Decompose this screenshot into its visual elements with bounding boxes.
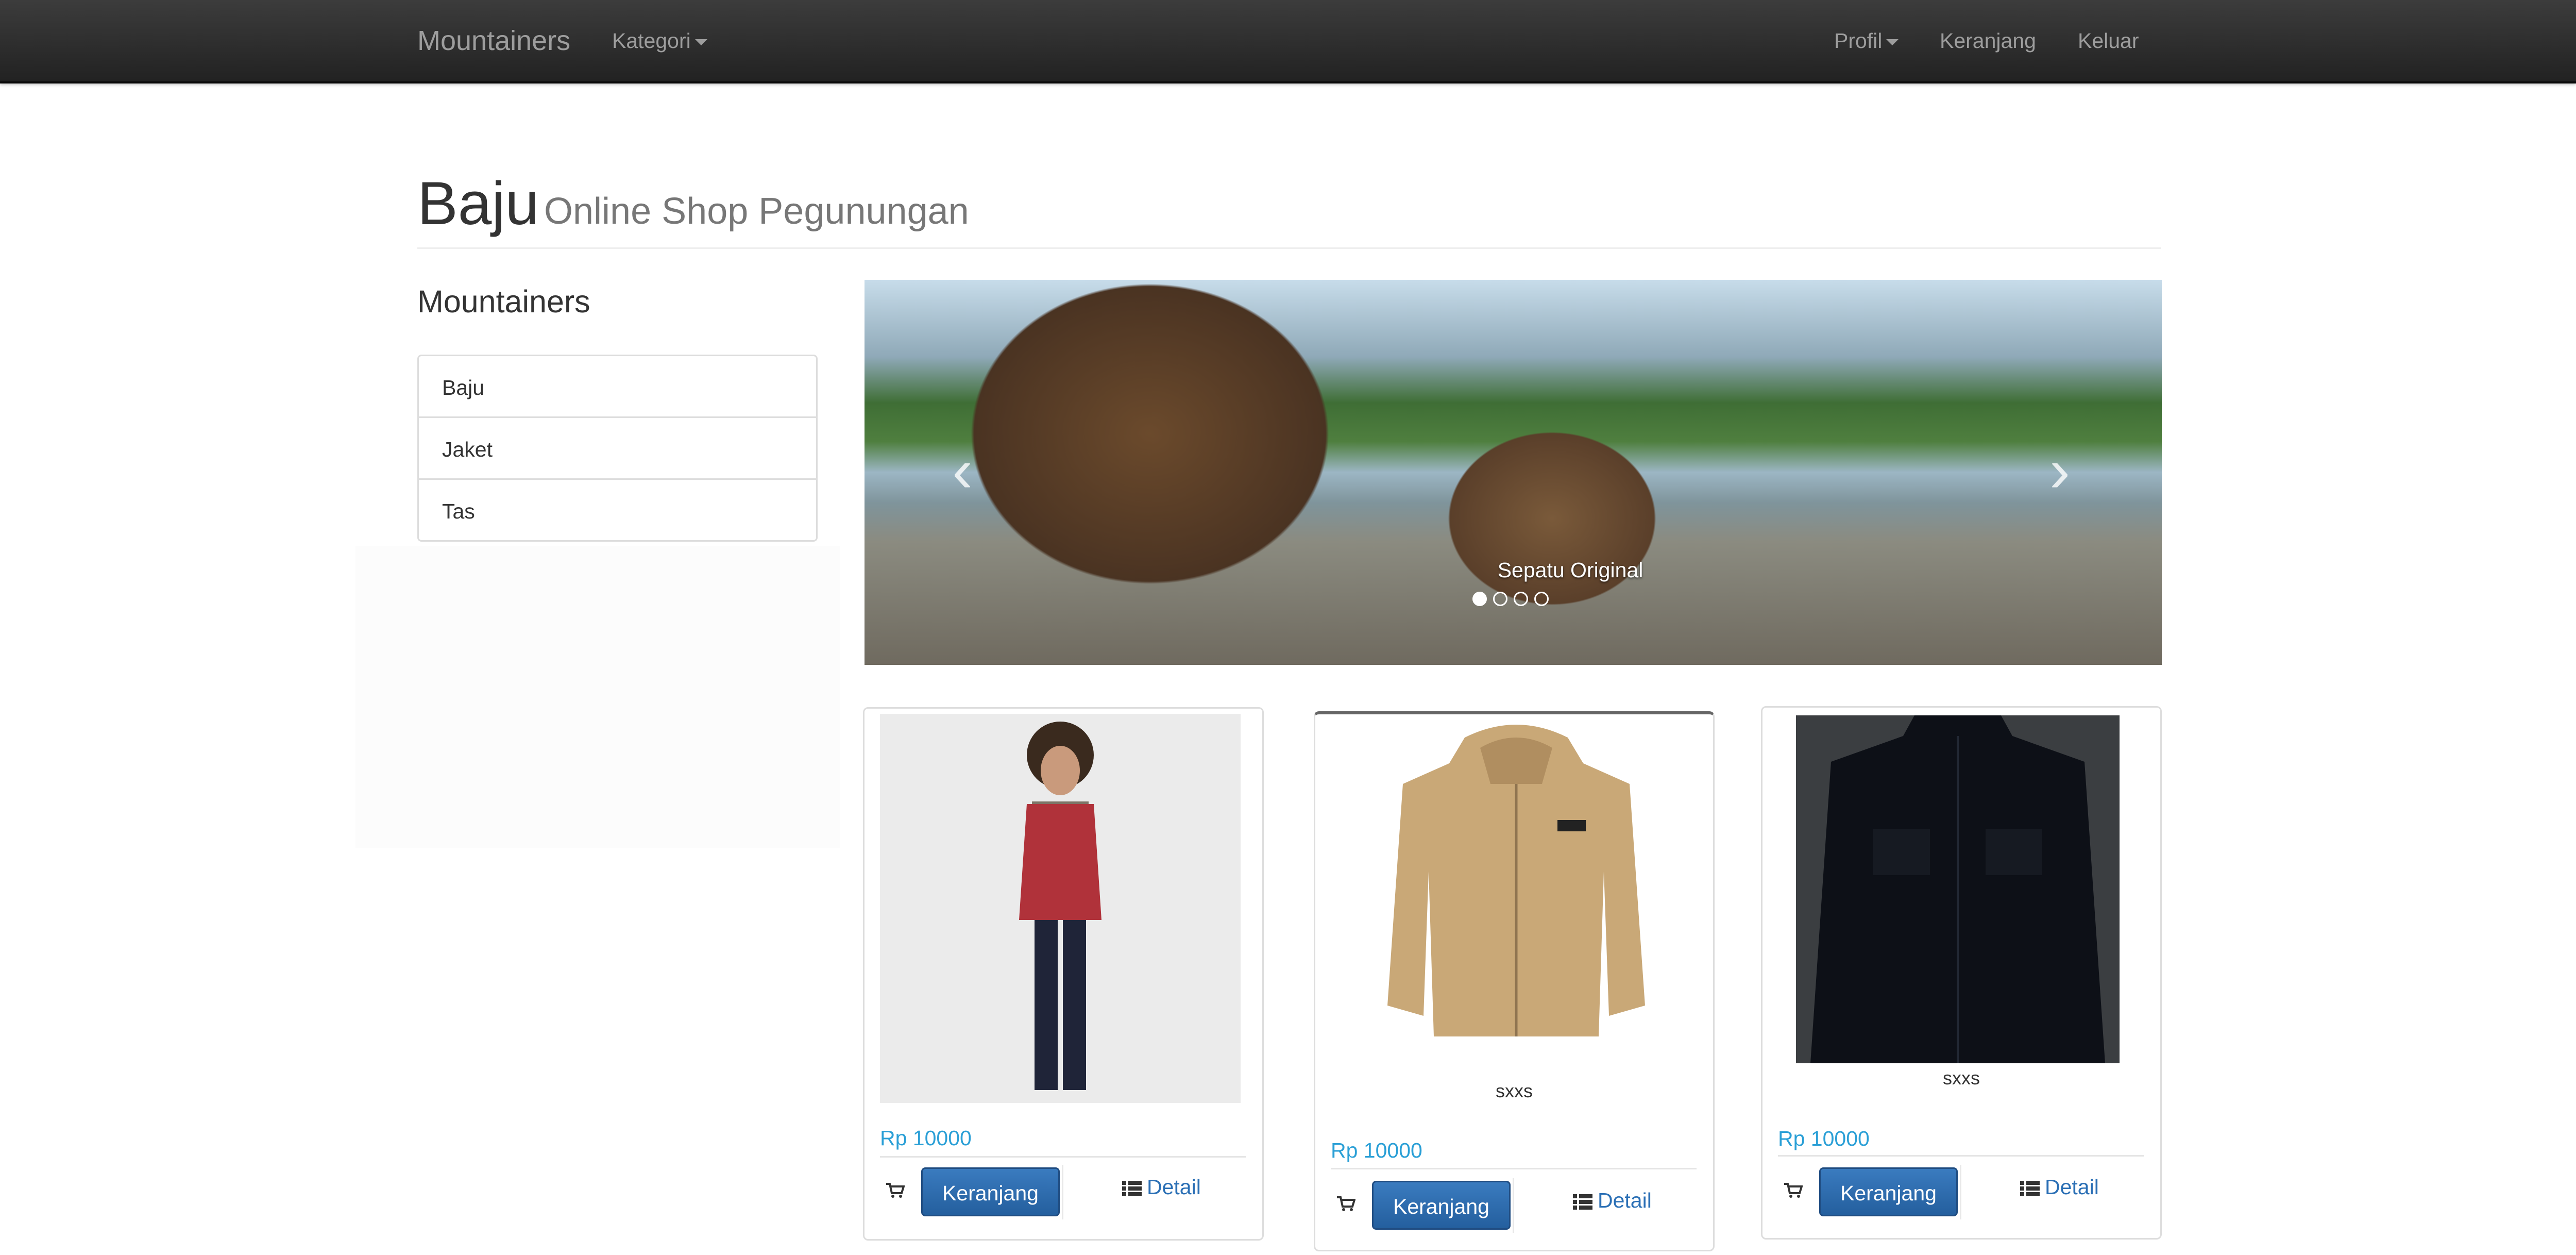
kategori-label: Kategori: [612, 29, 691, 53]
sidebar-title: Mountainers: [417, 284, 590, 319]
product-card: sxxs Rp 10000 Keranjang Detail: [1314, 711, 1715, 1251]
divider: [1778, 1155, 2144, 1157]
list-icon: [2020, 1181, 2040, 1197]
category-list: Baju Jaket Tas: [417, 355, 818, 542]
page-header: Baju Online Shop Pegunungan: [417, 165, 2161, 249]
add-to-cart-button[interactable]: Keranjang: [1372, 1181, 1511, 1230]
carousel-indicator-dot[interactable]: [1534, 592, 1549, 606]
product-photo-vest: [880, 714, 1241, 1103]
add-to-cart-button[interactable]: Keranjang: [921, 1167, 1060, 1216]
carousel-prev-icon[interactable]: ‹: [942, 434, 983, 507]
kategori-dropdown[interactable]: Kategori: [612, 0, 707, 81]
carousel-indicator-dot[interactable]: [1493, 592, 1507, 606]
hero-carousel: ‹ › Sepatu Original: [865, 280, 2162, 665]
detail-link[interactable]: Detail: [1122, 1175, 1201, 1199]
product-price: Rp 10000: [1778, 1127, 1870, 1150]
product-price: Rp 10000: [880, 1126, 972, 1150]
divider: [1331, 1168, 1697, 1169]
divider: [1062, 1165, 1063, 1219]
profil-label: Profil: [1834, 29, 1883, 53]
product-image[interactable]: [1341, 717, 1691, 1047]
product-image[interactable]: [1796, 715, 2120, 1063]
product-price: Rp 10000: [1331, 1139, 1422, 1162]
detail-label: Detail: [1598, 1189, 1652, 1212]
list-icon: [1573, 1194, 1592, 1210]
keranjang-nav-link[interactable]: Keranjang: [1940, 0, 2036, 81]
page-subtitle: Online Shop Pegunungan: [544, 191, 969, 232]
product-image[interactable]: [880, 714, 1241, 1103]
list-icon: [1122, 1181, 1142, 1197]
carousel-caption: Sepatu Original: [1497, 558, 1643, 582]
cart-icon: [886, 1183, 905, 1198]
product-name: sxxs: [1943, 1067, 1980, 1089]
cart-icon: [1337, 1196, 1355, 1211]
caret-down-icon: [694, 39, 707, 46]
sidebar-background: [355, 546, 840, 848]
caret-down-icon: [1886, 39, 1899, 46]
divider: [1513, 1178, 1514, 1233]
carousel-next-icon[interactable]: ›: [2039, 434, 2080, 507]
page-title: Baju: [417, 170, 539, 238]
detail-link[interactable]: Detail: [1573, 1189, 1652, 1213]
product-card: sxxs Rp 10000 Keranjang Detail: [1761, 706, 2162, 1240]
product-card: Rp 10000 Keranjang Detail: [863, 707, 1264, 1241]
category-item-jaket[interactable]: Jaket: [417, 416, 818, 480]
carousel-indicator-dot[interactable]: [1514, 592, 1528, 606]
detail-link[interactable]: Detail: [2020, 1175, 2099, 1199]
divider: [1960, 1165, 1961, 1219]
cart-icon: [1784, 1183, 1803, 1198]
product-name: sxxs: [1496, 1080, 1533, 1101]
brand-link[interactable]: Mountainers: [417, 0, 570, 81]
carousel-indicators: [1472, 592, 1637, 606]
divider: [880, 1156, 1246, 1158]
profil-dropdown[interactable]: Profil: [1834, 0, 1899, 81]
add-to-cart-button[interactable]: Keranjang: [1819, 1167, 1958, 1216]
top-navbar: Mountainers Kategori Profil Keranjang Ke…: [0, 0, 2576, 83]
category-item-tas[interactable]: Tas: [417, 478, 818, 542]
keluar-nav-link[interactable]: Keluar: [2078, 0, 2139, 81]
detail-label: Detail: [2045, 1175, 2099, 1199]
product-photo-shirt: [1796, 715, 2120, 1063]
category-item-baju[interactable]: Baju: [417, 355, 818, 418]
carousel-slide-image: [865, 280, 2162, 665]
detail-label: Detail: [1147, 1175, 1201, 1199]
product-photo-jacket: [1387, 725, 1645, 1036]
carousel-indicator-dot[interactable]: [1472, 592, 1487, 606]
